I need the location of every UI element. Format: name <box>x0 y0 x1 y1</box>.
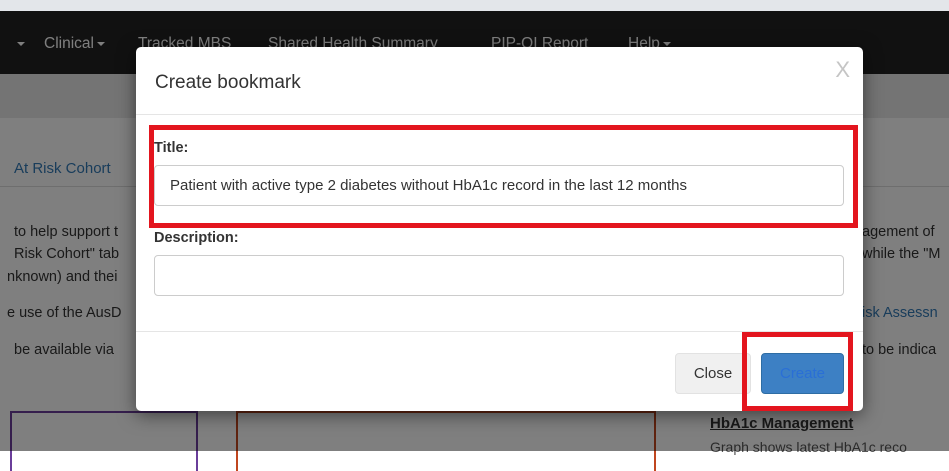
close-button[interactable]: Close <box>675 353 751 394</box>
close-icon[interactable]: X <box>835 57 850 83</box>
description-label: Description: <box>154 230 239 246</box>
highlight-box-title-field <box>149 125 858 228</box>
highlight-box-create-button <box>742 332 853 411</box>
modal-title: Create bookmark <box>155 72 301 93</box>
modal-header: Create bookmark X <box>136 47 863 115</box>
browser-top-strip <box>0 0 949 11</box>
description-input[interactable] <box>154 255 844 296</box>
